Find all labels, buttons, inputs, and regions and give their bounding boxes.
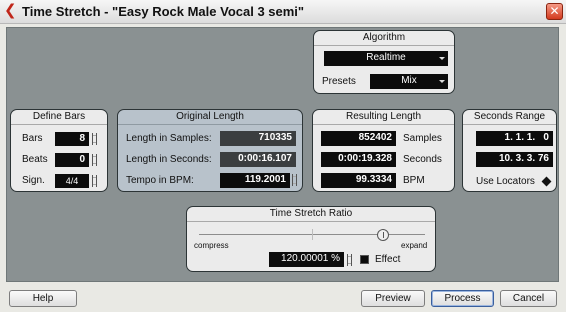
tempo-field[interactable]: 119.2001	[220, 173, 290, 188]
beats-stepper[interactable]	[92, 154, 97, 166]
close-button[interactable]: ✕	[546, 3, 563, 20]
original-length-panel: Original Length Length in Samples: 71033…	[117, 109, 303, 192]
algorithm-header: Algorithm	[314, 31, 454, 46]
expand-label: expand	[401, 241, 428, 250]
length-samples-field: 710335	[220, 131, 296, 146]
define-bars-panel: Define Bars Bars 8 Beats 0 Sign. 4/4	[10, 109, 108, 192]
seconds-range-header: Seconds Range	[463, 110, 556, 125]
result-bpm-label: BPM	[403, 175, 425, 186]
tempo-stepper[interactable]	[292, 174, 297, 186]
chevron-down-icon	[439, 80, 445, 83]
algorithm-mode-select[interactable]: Realtime	[324, 51, 448, 66]
result-samples-label: Samples	[403, 133, 442, 144]
length-samples-label: Length in Samples:	[126, 133, 212, 144]
algorithm-panel: Algorithm Realtime Presets Mix	[313, 30, 455, 94]
compress-label: compress	[194, 241, 229, 250]
preview-button[interactable]: Preview	[361, 290, 425, 307]
effect-checkbox[interactable]	[360, 255, 369, 264]
original-length-header: Original Length	[118, 110, 302, 125]
slider-track-mid-tick	[312, 229, 313, 240]
range-end-field[interactable]: 10. 3. 3. 76	[476, 152, 553, 167]
chevron-down-icon	[439, 57, 445, 60]
ratio-stepper[interactable]	[347, 254, 352, 266]
bars-label: Bars	[22, 133, 43, 144]
range-start-field[interactable]: 1. 1. 1. 0	[476, 131, 553, 146]
help-button[interactable]: Help	[9, 290, 77, 307]
ratio-field[interactable]: 120.00001 %	[269, 252, 344, 267]
resulting-length-panel: Resulting Length 852402 Samples 0:00:19.…	[312, 109, 455, 192]
beats-label: Beats	[22, 154, 48, 165]
ratio-header: Time Stretch Ratio	[187, 207, 435, 222]
presets-select[interactable]: Mix	[370, 74, 448, 89]
title-bar: ❮ Time Stretch - "Easy Rock Male Vocal 3…	[0, 0, 566, 24]
seconds-range-panel: Seconds Range 1. 1. 1. 0 10. 3. 3. 76 Us…	[462, 109, 557, 192]
bars-field[interactable]: 8	[55, 132, 89, 146]
cancel-button[interactable]: Cancel	[500, 290, 557, 307]
result-samples-field[interactable]: 852402	[321, 131, 396, 146]
length-seconds-field: 0:00:16.107	[220, 152, 296, 167]
window-title: Time Stretch - "Easy Rock Male Vocal 3 s…	[22, 4, 305, 19]
length-seconds-label: Length in Seconds:	[126, 154, 212, 165]
beats-field[interactable]: 0	[55, 153, 89, 167]
tempo-label: Tempo in BPM:	[126, 175, 194, 186]
time-stretch-ratio-panel: Time Stretch Ratio compress expand 120.0…	[186, 206, 436, 272]
slider-thumb[interactable]	[377, 229, 389, 241]
presets-value: Mix	[401, 75, 417, 86]
sign-label: Sign.	[22, 175, 45, 186]
algorithm-mode-value: Realtime	[366, 52, 406, 63]
process-button[interactable]: Process	[431, 290, 494, 307]
resulting-length-header: Resulting Length	[313, 110, 454, 125]
define-bars-header: Define Bars	[11, 110, 107, 125]
use-locators-diamond-icon[interactable]	[541, 176, 552, 187]
app-logo-icon: ❮	[4, 2, 17, 19]
result-seconds-label: Seconds	[403, 154, 442, 165]
sign-field[interactable]: 4/4	[55, 174, 89, 188]
result-bpm-field[interactable]: 99.3334	[321, 173, 396, 188]
presets-label: Presets	[322, 76, 356, 87]
result-seconds-field[interactable]: 0:00:19.328	[321, 152, 396, 167]
ratio-slider[interactable]	[199, 229, 425, 241]
bars-stepper[interactable]	[92, 133, 97, 145]
use-locators-label: Use Locators	[476, 176, 535, 187]
effect-label: Effect	[375, 254, 401, 265]
sign-stepper[interactable]	[92, 175, 97, 187]
